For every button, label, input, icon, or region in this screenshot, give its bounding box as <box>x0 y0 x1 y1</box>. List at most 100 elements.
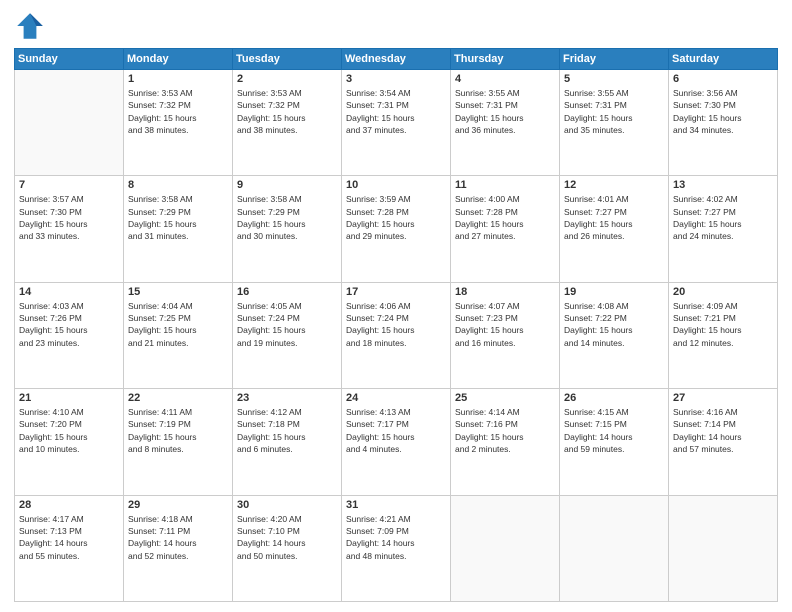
day-number: 7 <box>19 179 119 191</box>
day-number: 16 <box>237 286 337 298</box>
day-number: 24 <box>346 392 446 404</box>
day-info: Sunrise: 4:14 AM Sunset: 7:16 PM Dayligh… <box>455 406 555 455</box>
calendar-cell <box>560 495 669 601</box>
calendar-cell <box>451 495 560 601</box>
day-info: Sunrise: 3:58 AM Sunset: 7:29 PM Dayligh… <box>237 193 337 242</box>
weekday-header: Friday <box>560 49 669 70</box>
day-number: 31 <box>346 499 446 511</box>
calendar-cell: 15Sunrise: 4:04 AM Sunset: 7:25 PM Dayli… <box>124 282 233 388</box>
day-number: 5 <box>564 73 664 85</box>
calendar-cell: 17Sunrise: 4:06 AM Sunset: 7:24 PM Dayli… <box>342 282 451 388</box>
day-info: Sunrise: 3:53 AM Sunset: 7:32 PM Dayligh… <box>128 87 228 136</box>
day-number: 4 <box>455 73 555 85</box>
day-number: 21 <box>19 392 119 404</box>
calendar-cell: 22 Sunrise: 4:11 AM Sunset: 7:19 PM Dayli… <box>124 389 233 495</box>
day-info: Sunrise: 4:07 AM Sunset: 7:23 PM Dayligh… <box>455 300 555 349</box>
calendar-cell: 24 Sunrise: 4:13 AM Sunset: 7:17 PM Dayli… <box>342 389 451 495</box>
calendar-cell: 9 Sunrise: 3:58 AM Sunset: 7:29 PM Daylig… <box>233 176 342 282</box>
calendar-cell: 18 Sunrise: 4:07 AM Sunset: 7:23 PM Dayli… <box>451 282 560 388</box>
day-number: 18 <box>455 286 555 298</box>
calendar-cell: 4Sunrise: 3:55 AM Sunset: 7:31 PM Daylig… <box>451 70 560 176</box>
day-info: Sunrise: 3:54 AM Sunset: 7:31 PM Dayligh… <box>346 87 446 136</box>
calendar-cell <box>15 70 124 176</box>
day-info: Sunrise: 4:12 AM Sunset: 7:18 PM Dayligh… <box>237 406 337 455</box>
day-info: Sunrise: 4:21 AM Sunset: 7:09 PM Dayligh… <box>346 513 446 562</box>
day-number: 14 <box>19 286 119 298</box>
calendar-cell: 1 Sunrise: 3:53 AM Sunset: 7:32 PM Daylig… <box>124 70 233 176</box>
calendar-cell: 6 Sunrise: 3:56 AM Sunset: 7:30 PM Daylig… <box>669 70 778 176</box>
header <box>14 10 778 42</box>
day-info: Sunrise: 3:58 AM Sunset: 7:29 PM Dayligh… <box>128 193 228 242</box>
calendar-cell: 11 Sunrise: 4:00 AM Sunset: 7:28 PM Dayli… <box>451 176 560 282</box>
day-number: 30 <box>237 499 337 511</box>
day-number: 22 <box>128 392 228 404</box>
calendar-cell: 2 Sunrise: 3:53 AM Sunset: 7:32 PM Daylig… <box>233 70 342 176</box>
day-info: Sunrise: 4:06 AM Sunset: 7:24 PM Dayligh… <box>346 300 446 349</box>
day-number: 2 <box>237 73 337 85</box>
logo-icon <box>14 10 46 42</box>
day-info: Sunrise: 4:16 AM Sunset: 7:14 PM Dayligh… <box>673 406 773 455</box>
day-info: Sunrise: 4:11 AM Sunset: 7:19 PM Dayligh… <box>128 406 228 455</box>
calendar-cell: 10Sunrise: 3:59 AM Sunset: 7:28 PM Dayli… <box>342 176 451 282</box>
calendar-header-row: SundayMondayTuesdayWednesdayThursdayFrid… <box>15 49 778 70</box>
calendar-cell <box>669 495 778 601</box>
calendar-week-row: 14 Sunrise: 4:03 AM Sunset: 7:26 PM Dayli… <box>15 282 778 388</box>
day-number: 6 <box>673 73 773 85</box>
calendar-cell: 21 Sunrise: 4:10 AM Sunset: 7:20 PM Dayli… <box>15 389 124 495</box>
day-info: Sunrise: 4:09 AM Sunset: 7:21 PM Dayligh… <box>673 300 773 349</box>
day-number: 20 <box>673 286 773 298</box>
day-info: Sunrise: 3:57 AM Sunset: 7:30 PM Dayligh… <box>19 193 119 242</box>
calendar-week-row: 28 Sunrise: 4:17 AM Sunset: 7:13 PM Dayli… <box>15 495 778 601</box>
day-number: 27 <box>673 392 773 404</box>
day-info: Sunrise: 4:02 AM Sunset: 7:27 PM Dayligh… <box>673 193 773 242</box>
calendar-cell: 7 Sunrise: 3:57 AM Sunset: 7:30 PM Daylig… <box>15 176 124 282</box>
calendar-cell: 13 Sunrise: 4:02 AM Sunset: 7:27 PM Dayli… <box>669 176 778 282</box>
calendar-week-row: 7 Sunrise: 3:57 AM Sunset: 7:30 PM Daylig… <box>15 176 778 282</box>
day-info: Sunrise: 4:01 AM Sunset: 7:27 PM Dayligh… <box>564 193 664 242</box>
day-number: 9 <box>237 179 337 191</box>
calendar-week-row: 1 Sunrise: 3:53 AM Sunset: 7:32 PM Daylig… <box>15 70 778 176</box>
day-number: 12 <box>564 179 664 191</box>
calendar-cell: 28 Sunrise: 4:17 AM Sunset: 7:13 PM Dayli… <box>15 495 124 601</box>
day-info: Sunrise: 4:10 AM Sunset: 7:20 PM Dayligh… <box>19 406 119 455</box>
day-info: Sunrise: 4:17 AM Sunset: 7:13 PM Dayligh… <box>19 513 119 562</box>
day-number: 1 <box>128 73 228 85</box>
day-info: Sunrise: 4:13 AM Sunset: 7:17 PM Dayligh… <box>346 406 446 455</box>
day-number: 26 <box>564 392 664 404</box>
calendar-cell: 3Sunrise: 3:54 AM Sunset: 7:31 PM Daylig… <box>342 70 451 176</box>
weekday-header: Wednesday <box>342 49 451 70</box>
calendar-cell: 25Sunrise: 4:14 AM Sunset: 7:16 PM Dayli… <box>451 389 560 495</box>
page: SundayMondayTuesdayWednesdayThursdayFrid… <box>0 0 792 612</box>
calendar-cell: 23 Sunrise: 4:12 AM Sunset: 7:18 PM Dayli… <box>233 389 342 495</box>
weekday-header: Saturday <box>669 49 778 70</box>
weekday-header: Tuesday <box>233 49 342 70</box>
day-info: Sunrise: 4:20 AM Sunset: 7:10 PM Dayligh… <box>237 513 337 562</box>
day-info: Sunrise: 4:05 AM Sunset: 7:24 PM Dayligh… <box>237 300 337 349</box>
calendar-cell: 30 Sunrise: 4:20 AM Sunset: 7:10 PM Dayli… <box>233 495 342 601</box>
calendar-cell: 16 Sunrise: 4:05 AM Sunset: 7:24 PM Dayli… <box>233 282 342 388</box>
calendar-cell: 27 Sunrise: 4:16 AM Sunset: 7:14 PM Dayli… <box>669 389 778 495</box>
calendar-week-row: 21 Sunrise: 4:10 AM Sunset: 7:20 PM Dayli… <box>15 389 778 495</box>
weekday-header: Sunday <box>15 49 124 70</box>
day-info: Sunrise: 4:15 AM Sunset: 7:15 PM Dayligh… <box>564 406 664 455</box>
day-info: Sunrise: 3:53 AM Sunset: 7:32 PM Dayligh… <box>237 87 337 136</box>
calendar-cell: 26 Sunrise: 4:15 AM Sunset: 7:15 PM Dayli… <box>560 389 669 495</box>
calendar-cell: 12 Sunrise: 4:01 AM Sunset: 7:27 PM Dayli… <box>560 176 669 282</box>
day-info: Sunrise: 4:00 AM Sunset: 7:28 PM Dayligh… <box>455 193 555 242</box>
day-info: Sunrise: 4:18 AM Sunset: 7:11 PM Dayligh… <box>128 513 228 562</box>
day-number: 23 <box>237 392 337 404</box>
day-number: 19 <box>564 286 664 298</box>
day-number: 10 <box>346 179 446 191</box>
day-number: 13 <box>673 179 773 191</box>
day-number: 28 <box>19 499 119 511</box>
day-info: Sunrise: 3:56 AM Sunset: 7:30 PM Dayligh… <box>673 87 773 136</box>
day-number: 11 <box>455 179 555 191</box>
calendar-cell: 5 Sunrise: 3:55 AM Sunset: 7:31 PM Daylig… <box>560 70 669 176</box>
calendar: SundayMondayTuesdayWednesdayThursdayFrid… <box>14 48 778 602</box>
day-info: Sunrise: 3:55 AM Sunset: 7:31 PM Dayligh… <box>564 87 664 136</box>
day-number: 29 <box>128 499 228 511</box>
day-info: Sunrise: 4:08 AM Sunset: 7:22 PM Dayligh… <box>564 300 664 349</box>
weekday-header: Monday <box>124 49 233 70</box>
day-info: Sunrise: 4:03 AM Sunset: 7:26 PM Dayligh… <box>19 300 119 349</box>
calendar-cell: 8Sunrise: 3:58 AM Sunset: 7:29 PM Daylig… <box>124 176 233 282</box>
